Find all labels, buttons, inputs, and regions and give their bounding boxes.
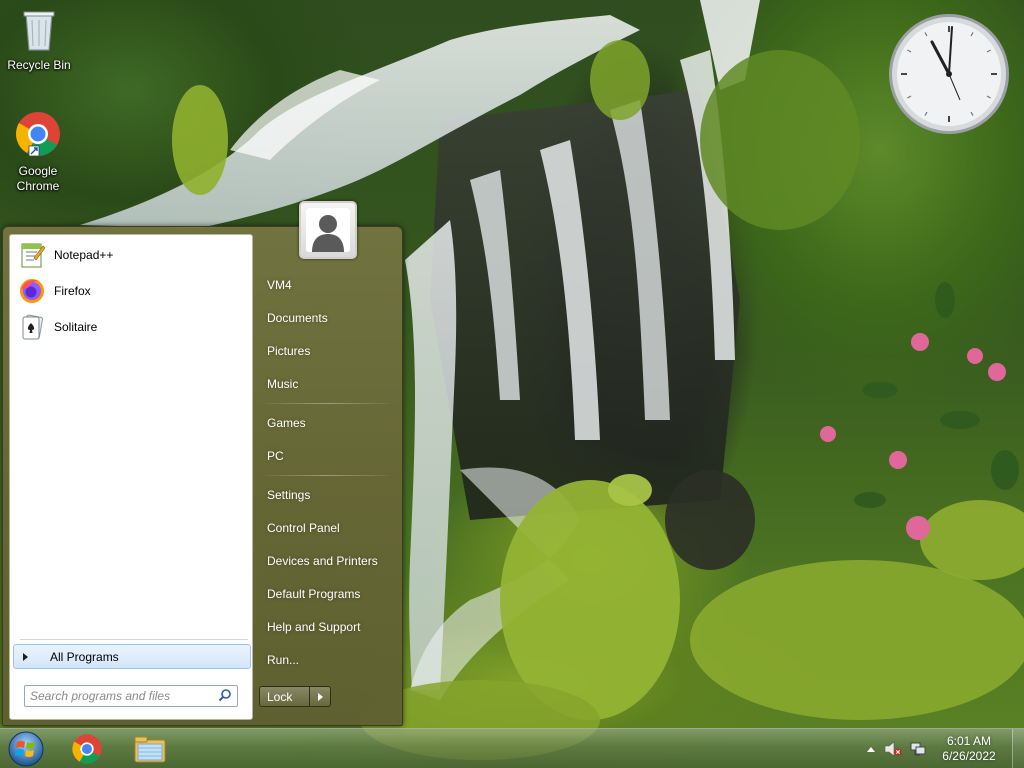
start-link-label: Default Programs xyxy=(267,587,361,601)
network-icon[interactable] xyxy=(910,741,926,757)
start-link-label: Devices and Printers xyxy=(267,554,378,568)
start-link-label: Pictures xyxy=(267,344,311,358)
program-label: Notepad++ xyxy=(54,248,114,262)
start-link-label: Help and Support xyxy=(267,620,361,634)
arrow-right-icon xyxy=(317,692,323,701)
program-firefox[interactable]: Firefox xyxy=(14,274,248,308)
program-solitaire[interactable]: Solitaire xyxy=(14,310,248,344)
start-link-devices-and-printers[interactable]: Devices and Printers xyxy=(260,548,390,574)
start-link-settings[interactable]: Settings xyxy=(260,482,390,508)
clock-date: 6/26/2022 xyxy=(942,749,996,763)
start-link-music[interactable]: Music xyxy=(260,371,390,397)
chrome-icon xyxy=(72,734,102,764)
start-button[interactable] xyxy=(6,730,46,768)
desktop-icon-label: Google Chrome xyxy=(16,164,60,193)
power-options-arrow-button[interactable] xyxy=(309,686,331,707)
lock-button[interactable]: Lock xyxy=(259,686,309,707)
all-programs-separator xyxy=(20,639,248,640)
start-link-pictures[interactable]: Pictures xyxy=(260,338,390,364)
file-explorer-icon xyxy=(134,736,166,763)
search-input[interactable] xyxy=(30,689,210,703)
taskbar-clock[interactable]: 6:01 AM 6/26/2022 xyxy=(930,734,1008,764)
program-label: Firefox xyxy=(54,284,91,298)
notepad-plus-plus-icon xyxy=(19,242,46,268)
all-programs-button[interactable]: All Programs xyxy=(13,644,251,669)
desktop-icon-label: Recycle Bin xyxy=(7,58,71,72)
start-menu: Notepad++ Firefox Solitaire All Programs… xyxy=(2,201,403,726)
start-link-label: Control Panel xyxy=(267,521,340,535)
program-notepad-plus-plus[interactable]: Notepad++ xyxy=(14,238,248,272)
solitaire-icon xyxy=(19,314,45,340)
show-hidden-icons-arrow[interactable] xyxy=(866,745,876,753)
start-link-label: Run... xyxy=(267,653,300,667)
start-search-box[interactable] xyxy=(24,685,238,707)
volume-muted-icon[interactable] xyxy=(884,741,902,757)
user-avatar-icon xyxy=(306,208,350,252)
analog-clock-face xyxy=(889,14,1009,134)
start-menu-programs-pane: Notepad++ Firefox Solitaire All Programs… xyxy=(9,234,253,720)
start-link-games[interactable]: Games xyxy=(260,410,390,436)
start-link-default-programs[interactable]: Default Programs xyxy=(260,581,390,607)
start-link-label: Documents xyxy=(267,311,328,325)
all-programs-label: All Programs xyxy=(50,649,119,664)
taskbar: 6:01 AM 6/26/2022 xyxy=(0,728,1024,768)
user-account-picture[interactable] xyxy=(299,201,357,259)
clock-gadget[interactable] xyxy=(886,12,1012,136)
lock-button-label: Lock xyxy=(267,689,293,704)
taskbar-chrome-button[interactable] xyxy=(62,731,112,767)
start-link-label: VM4 xyxy=(267,278,292,292)
search-icon[interactable] xyxy=(218,688,232,705)
clock-time: 6:01 AM xyxy=(946,734,992,748)
chrome-icon xyxy=(0,110,76,162)
start-link-label: Music xyxy=(267,377,299,391)
arrow-right-icon xyxy=(23,652,28,661)
start-links-separator xyxy=(265,403,389,404)
program-label: Solitaire xyxy=(54,320,98,334)
show-desktop-button[interactable] xyxy=(1012,729,1024,768)
start-link-run[interactable]: Run... xyxy=(260,647,390,673)
system-tray: 6:01 AM 6/26/2022 xyxy=(862,729,1024,768)
desktop-icon-google-chrome[interactable]: Google Chrome xyxy=(0,110,76,194)
start-orb-icon xyxy=(8,731,44,767)
start-link-user-folder[interactable]: VM4 xyxy=(260,272,390,298)
start-links-separator xyxy=(265,475,389,476)
shutdown-button-group: Lock xyxy=(259,686,331,707)
desktop-icon-recycle-bin[interactable]: Recycle Bin xyxy=(1,6,77,73)
recycle-bin-icon xyxy=(1,6,77,56)
start-link-pc[interactable]: PC xyxy=(260,443,390,469)
start-link-documents[interactable]: Documents xyxy=(260,305,390,331)
start-link-help-and-support[interactable]: Help and Support xyxy=(260,614,390,640)
start-link-label: Games xyxy=(267,416,306,430)
firefox-icon xyxy=(19,278,45,304)
start-link-label: PC xyxy=(267,449,284,463)
start-link-label: Settings xyxy=(267,488,311,502)
taskbar-file-explorer-button[interactable] xyxy=(125,731,175,767)
start-link-control-panel[interactable]: Control Panel xyxy=(260,515,390,541)
